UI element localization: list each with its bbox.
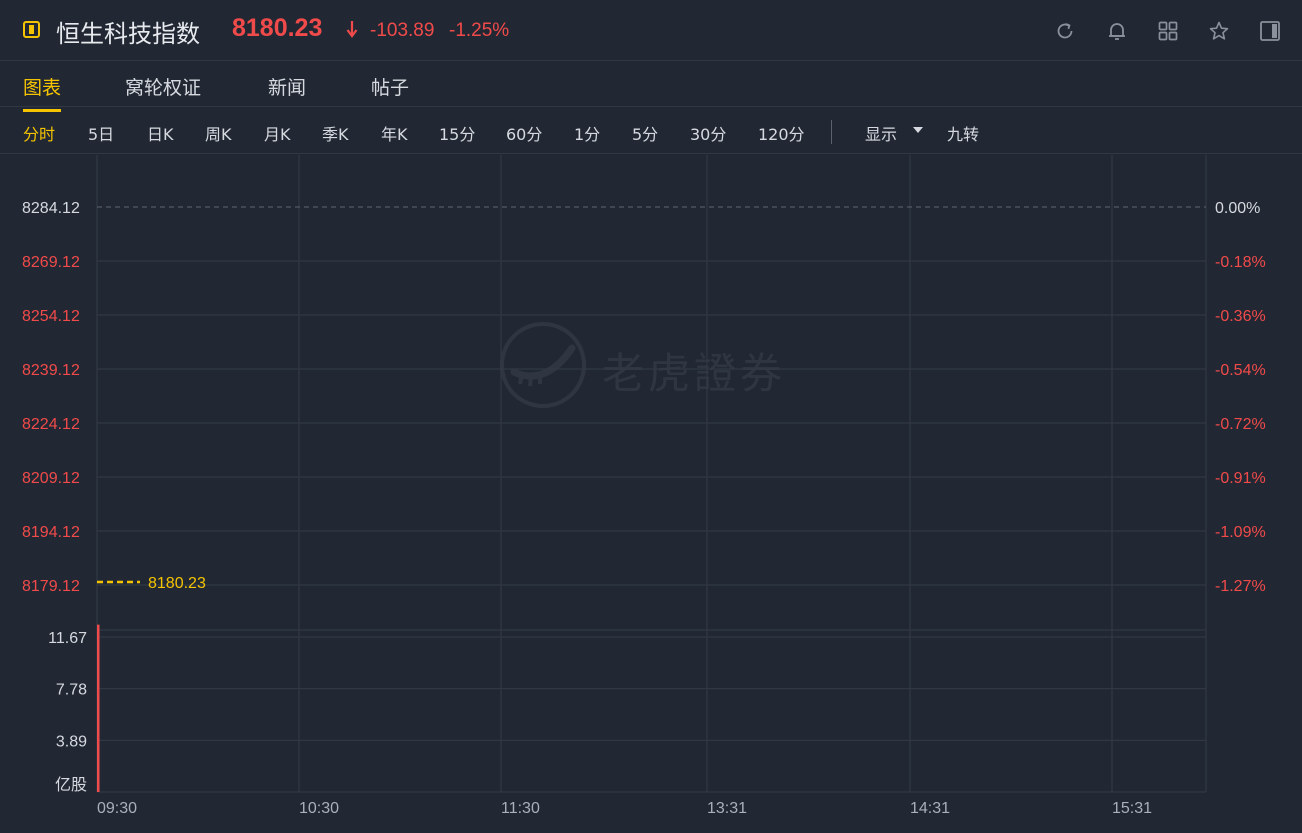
- price-tick-label: 8284.12: [22, 200, 80, 217]
- time-tick-label: 10:30: [299, 800, 339, 817]
- price-tick-label: 8239.12: [22, 362, 80, 379]
- volume-bars: [97, 624, 100, 792]
- price-tick-label: 8269.12: [22, 254, 80, 271]
- percent-tick-label: -0.91%: [1215, 470, 1266, 487]
- time-tick-label: 11:30: [501, 800, 540, 817]
- price-tick-label: 8209.12: [22, 470, 80, 487]
- percent-tick-label: 0.00%: [1215, 200, 1260, 217]
- percent-tick-label: -0.18%: [1215, 254, 1266, 271]
- percent-tick-label: -0.54%: [1215, 362, 1266, 379]
- percent-tick-label: -1.09%: [1215, 524, 1266, 541]
- percent-tick-label: -0.36%: [1215, 308, 1266, 325]
- price-tick-label: 8224.12: [22, 416, 80, 433]
- percent-tick-label: -1.27%: [1215, 578, 1266, 595]
- time-tick-label: 14:31: [910, 800, 950, 817]
- time-tick-label: 13:31: [707, 800, 747, 817]
- time-tick-label: 09:30: [97, 800, 137, 817]
- price-axis-labels: 8284.12 8269.12 8254.12 8239.12 8224.12 8209.…: [22, 200, 80, 595]
- volume-unit-label: 亿股: [55, 776, 87, 794]
- current-price-label: 8180.23: [148, 575, 206, 592]
- price-tick-label: 8254.12: [22, 308, 80, 325]
- price-tick-label: 8179.12: [22, 578, 80, 595]
- volume-axis-labels: 11.67 7.78 3.89 亿股: [48, 630, 87, 794]
- current-price-group: 8180.23: [97, 575, 206, 592]
- percent-axis-labels: 0.00% -0.18% -0.36% -0.54% -0.72% -0.91% -1.09…: [1215, 200, 1266, 595]
- volume-tick-label: 3.89: [56, 733, 87, 750]
- volume-bar: [97, 624, 100, 792]
- app-window: 恒生科技指数 8180.23 -103.89 -1.25% 图表 窝轮权证 新闻…: [0, 0, 1302, 833]
- price-tick-label: 8194.12: [22, 524, 80, 541]
- intraday-chart[interactable]: 8284.12 8269.12 8254.12 8239.12 8224.12 8209.…: [0, 0, 1302, 833]
- time-axis-labels: 09:30 10:30 11:30 13:31 14:31 15:31: [97, 800, 1152, 817]
- volume-tick-label: 7.78: [56, 682, 87, 699]
- volume-tick-label: 11.67: [48, 630, 87, 647]
- time-tick-label: 15:31: [1112, 800, 1152, 817]
- percent-tick-label: -0.72%: [1215, 416, 1266, 433]
- chart-grid: [96, 155, 1207, 793]
